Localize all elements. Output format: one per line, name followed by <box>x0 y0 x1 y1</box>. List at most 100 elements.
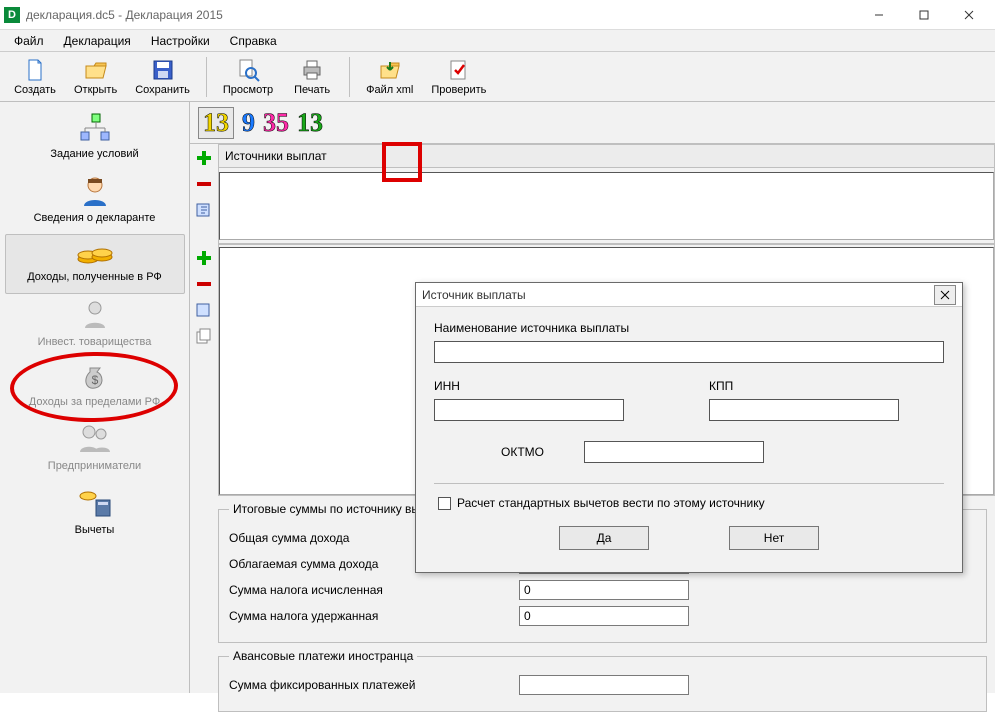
source-dialog: Источник выплаты Наименование источника … <box>415 282 963 573</box>
tb-filexml[interactable]: Файл xml <box>358 56 421 98</box>
plus-icon <box>195 149 213 167</box>
no-button[interactable]: Нет <box>729 526 819 550</box>
rate-tabs: 13 9 35 13 <box>190 102 995 144</box>
menu-help[interactable]: Справка <box>222 32 285 50</box>
tb-save-label: Сохранить <box>135 84 190 96</box>
deductions-icon <box>76 486 114 520</box>
tb-print[interactable]: Печать <box>283 56 341 98</box>
dialog-divider <box>434 483 944 484</box>
tb-open-label: Открыть <box>74 84 117 96</box>
sb-deductions-label: Вычеты <box>5 524 185 536</box>
fixed-sum-field[interactable] <box>519 675 689 695</box>
oktmo-input[interactable] <box>584 441 764 463</box>
sb-deductions[interactable]: Вычеты <box>5 482 185 546</box>
preview-icon <box>236 58 260 82</box>
kpp-label: КПП <box>709 379 944 393</box>
print-icon <box>300 58 324 82</box>
remove-income-button[interactable] <box>194 274 214 294</box>
tax-withheld-field[interactable] <box>519 606 689 626</box>
checkbox-label: Расчет стандартных вычетов вести по этом… <box>457 496 765 510</box>
menu-declaration[interactable]: Декларация <box>56 32 139 50</box>
invest-icon <box>78 298 112 332</box>
edit-source-button[interactable] <box>194 200 214 220</box>
conditions-icon <box>77 112 113 144</box>
std-deduction-checkbox[interactable]: Расчет стандартных вычетов вести по этом… <box>438 496 944 510</box>
maximize-button[interactable] <box>901 1 946 29</box>
edit-icon <box>195 201 213 219</box>
sources-toolbar <box>190 144 218 244</box>
minus-icon <box>195 175 213 193</box>
save-icon <box>151 58 175 82</box>
tb-save[interactable]: Сохранить <box>127 56 198 98</box>
advance-legend: Авансовые платежи иностранца <box>229 649 417 663</box>
rate-13-alt[interactable]: 13 <box>297 108 323 138</box>
rate-9[interactable]: 9 <box>242 108 255 138</box>
close-button[interactable] <box>946 1 991 29</box>
toolbar-separator <box>206 57 207 97</box>
content: 13 9 35 13 Источники выплат <box>190 102 995 693</box>
oktmo-label: ОКТМО <box>484 445 544 459</box>
income-toolbar <box>190 244 218 496</box>
sb-income-rf[interactable]: Доходы, полученные в РФ <box>5 234 185 294</box>
tax-calculated-label: Сумма налога исчисленная <box>229 583 519 597</box>
tb-open[interactable]: Открыть <box>66 56 125 98</box>
export-icon <box>378 58 402 82</box>
sb-entrepreneurs-label: Предприниматели <box>5 460 185 472</box>
tb-create[interactable]: Создать <box>6 56 64 98</box>
edit-income-button[interactable] <box>194 300 214 320</box>
app-icon: D <box>4 7 20 23</box>
menubar: Файл Декларация Настройки Справка <box>0 30 995 52</box>
name-input[interactable] <box>434 341 944 363</box>
dialog-titlebar: Источник выплаты <box>416 283 962 307</box>
sources-list[interactable] <box>219 172 994 240</box>
name-label: Наименование источника выплаты <box>434 321 944 335</box>
close-icon <box>940 290 950 300</box>
sb-conditions-label: Задание условий <box>5 148 185 160</box>
yes-button[interactable]: Да <box>559 526 649 550</box>
moneybag-icon: $ <box>78 362 112 392</box>
checkbox-icon <box>438 497 451 510</box>
coins-icon <box>75 239 115 267</box>
toolbar: Создать Открыть Сохранить Просмотр Печат… <box>0 52 995 102</box>
minimize-button[interactable] <box>856 1 901 29</box>
copy-income-button[interactable] <box>194 326 214 346</box>
minimize-icon <box>874 10 884 20</box>
add-income-button[interactable] <box>194 248 214 268</box>
close-icon <box>964 10 974 20</box>
menu-settings[interactable]: Настройки <box>143 32 218 50</box>
sb-declarant-label: Сведения о декларанте <box>5 212 185 224</box>
inn-input[interactable] <box>434 399 624 421</box>
dialog-close-button[interactable] <box>934 285 956 305</box>
rate-13[interactable]: 13 <box>198 107 234 139</box>
folder-open-icon <box>84 58 108 82</box>
sb-invest[interactable]: Инвест. товарищества <box>5 294 185 358</box>
svg-text:$: $ <box>91 373 98 387</box>
maximize-icon <box>919 10 929 20</box>
add-source-button[interactable] <box>194 148 214 168</box>
dialog-title: Источник выплаты <box>422 288 934 302</box>
sb-income-abroad[interactable]: $ Доходы за пределами РФ <box>5 358 185 418</box>
plus-icon <box>195 249 213 267</box>
remove-source-button[interactable] <box>194 174 214 194</box>
people-icon <box>76 422 114 456</box>
sb-entrepreneurs[interactable]: Предприниматели <box>5 418 185 482</box>
tax-withheld-label: Сумма налога удержанная <box>229 609 519 623</box>
advance-group: Авансовые платежи иностранца Сумма фикси… <box>218 649 987 712</box>
tax-calculated-field[interactable] <box>519 580 689 600</box>
tb-preview-label: Просмотр <box>223 84 273 96</box>
menu-file[interactable]: Файл <box>6 32 52 50</box>
tb-check[interactable]: Проверить <box>423 56 494 98</box>
window-title: декларация.dc5 - Декларация 2015 <box>26 8 856 22</box>
sb-invest-label: Инвест. товарищества <box>5 336 185 348</box>
rate-35[interactable]: 35 <box>263 108 289 138</box>
check-icon <box>447 58 471 82</box>
kpp-input[interactable] <box>709 399 899 421</box>
toolbar-separator <box>349 57 350 97</box>
tb-print-label: Печать <box>294 84 330 96</box>
edit-icon <box>195 301 213 319</box>
tb-preview[interactable]: Просмотр <box>215 56 281 98</box>
sources-header: Источники выплат <box>219 145 994 168</box>
sb-declarant[interactable]: Сведения о декларанте <box>5 170 185 234</box>
sb-conditions[interactable]: Задание условий <box>5 108 185 170</box>
minus-icon <box>195 275 213 293</box>
